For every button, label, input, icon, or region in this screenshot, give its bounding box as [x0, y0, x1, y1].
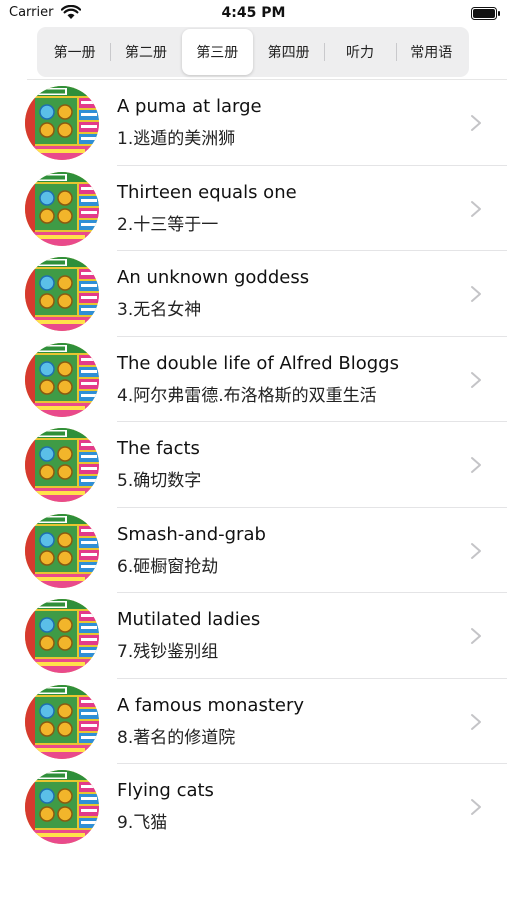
lesson-list: A puma at large 1.逃遁的美洲狮 Thirteen equals… [0, 80, 507, 850]
lesson-subtitle: 7.残钞鉴别组 [117, 642, 219, 662]
segment-listening[interactable]: 听力 [324, 29, 395, 75]
lesson-row-7[interactable]: Mutilated ladies 7.残钞鉴别组 [0, 593, 507, 679]
lesson-title: An unknown goddess [117, 267, 310, 288]
status-bar: Carrier 4:45 PM [0, 0, 507, 28]
lesson-title: A puma at large [117, 96, 262, 117]
book-segmented-control: 第一册 第二册 第三册 第四册 听力 常用语 [37, 27, 469, 77]
book-cover-thumbnail [25, 428, 99, 502]
book-cover-thumbnail [25, 172, 99, 246]
book-cover-thumbnail [25, 86, 99, 160]
lesson-title: A famous monastery [117, 694, 305, 716]
chevron-right-icon [470, 371, 482, 389]
lesson-subtitle: 9.飞猫 [117, 813, 168, 833]
segment-book-3[interactable]: 第三册 [181, 29, 253, 75]
lesson-subtitle: 1.逃遁的美洲狮 [117, 129, 236, 149]
lesson-title: Thirteen equals one [117, 181, 297, 203]
chevron-right-icon [470, 285, 482, 303]
lesson-row-1[interactable]: A puma at large 1.逃遁的美洲狮 [0, 80, 507, 166]
lesson-subtitle: 4.阿尔弗雷德.布洛格斯的双重生活 [117, 385, 377, 406]
lesson-row-5[interactable]: The facts 5.确切数字 [0, 422, 507, 508]
lesson-row-6[interactable]: Smash-and-grab 6.砸橱窗抢劫 [0, 508, 507, 594]
chevron-right-icon [470, 798, 482, 816]
chevron-right-icon [470, 627, 482, 645]
lesson-row-2[interactable]: Thirteen equals one 2.十三等于一 [0, 166, 507, 252]
lesson-title: The facts [117, 438, 200, 459]
lesson-title: Smash-and-grab [117, 523, 266, 545]
clock-time: 4:45 PM [221, 5, 286, 21]
segment-book-4[interactable]: 第四册 [253, 29, 324, 75]
book-cover-thumbnail [25, 685, 99, 759]
book-cover-thumbnail [25, 343, 99, 417]
lesson-row-9[interactable]: Flying cats 9.飞猫 [0, 764, 507, 850]
book-cover-thumbnail [25, 514, 99, 588]
lesson-row-4[interactable]: The double life of Alfred Bloggs 4.阿尔弗雷德… [0, 337, 507, 423]
segment-common-phrases[interactable]: 常用语 [395, 29, 467, 75]
book-cover-thumbnail [25, 599, 99, 673]
chevron-right-icon [470, 200, 482, 218]
lesson-subtitle: 8.著名的修道院 [117, 727, 236, 748]
chevron-right-icon [470, 456, 482, 474]
chevron-right-icon [470, 542, 482, 560]
book-cover-thumbnail [25, 770, 99, 844]
chevron-right-icon [470, 713, 482, 731]
lesson-row-8[interactable]: A famous monastery 8.著名的修道院 [0, 679, 507, 765]
book-cover-thumbnail [25, 257, 99, 331]
segment-book-2[interactable]: 第二册 [110, 29, 181, 75]
chevron-right-icon [470, 114, 482, 132]
lesson-row-3[interactable]: An unknown goddess 3.无名女神 [0, 251, 507, 337]
lesson-title: Mutilated ladies [117, 609, 261, 630]
lesson-subtitle: 3.无名女神 [117, 300, 202, 320]
lesson-subtitle: 6.砸橱窗抢劫 [117, 556, 219, 577]
lesson-title: Flying cats [117, 780, 214, 801]
battery-icon [471, 7, 500, 20]
lesson-title: The double life of Alfred Bloggs [117, 352, 399, 374]
segment-book-1[interactable]: 第一册 [39, 29, 110, 75]
lesson-subtitle: 5.确切数字 [117, 471, 202, 491]
lesson-subtitle: 2.十三等于一 [117, 214, 219, 235]
